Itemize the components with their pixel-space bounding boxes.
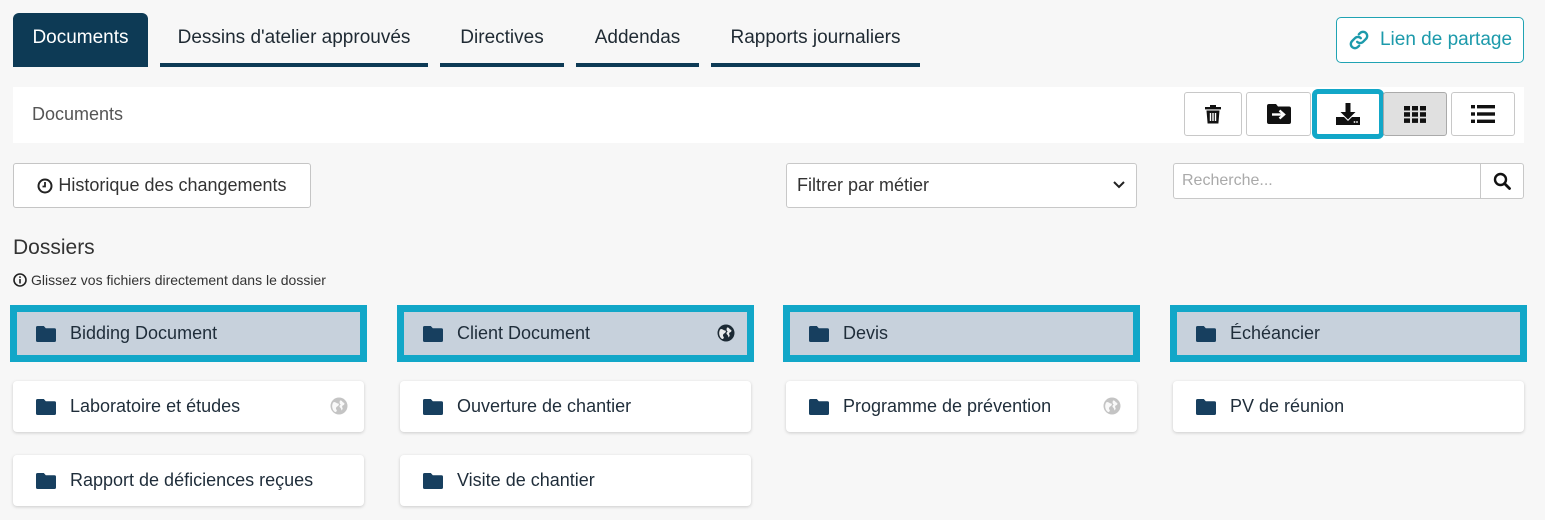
clock-icon <box>37 178 53 194</box>
list-icon <box>1471 105 1495 123</box>
grid-view-button[interactable] <box>1383 92 1447 136</box>
folder-icon <box>36 398 56 415</box>
grid-icon <box>1404 105 1426 123</box>
folder-label: Rapport de déficiences reçues <box>70 470 314 490</box>
folder-label: Bidding Document <box>70 323 218 343</box>
folder-item[interactable]: Bidding Document <box>10 305 367 362</box>
tab-bar: Documents Dessins d'atelier approuvés Di… <box>13 13 932 67</box>
folder-icon <box>809 325 829 342</box>
delete-button[interactable] <box>1184 92 1242 136</box>
folder-icon <box>1196 325 1216 342</box>
folder-label: Visite de chantier <box>457 470 595 490</box>
search-button[interactable] <box>1480 163 1524 199</box>
folder-move-icon <box>1266 104 1291 124</box>
folder-item[interactable]: Devis <box>783 305 1140 362</box>
folder-label: Ouverture de chantier <box>457 396 632 416</box>
folder-item[interactable]: Échéancier <box>1170 305 1527 362</box>
folder-icon <box>1196 398 1216 415</box>
chevron-down-icon <box>1112 177 1126 191</box>
folder-label: Programme de prévention <box>843 396 1052 416</box>
list-view-button[interactable] <box>1451 92 1515 136</box>
link-icon <box>1348 29 1370 51</box>
folder-icon <box>423 472 443 489</box>
globe-icon <box>717 324 735 342</box>
search-bar <box>1173 163 1524 199</box>
tab-rapports-journaliers[interactable]: Rapports journaliers <box>711 13 920 67</box>
download-icon <box>1336 103 1360 125</box>
drag-drop-hint: Glissez vos fichiers directement dans le… <box>13 272 326 288</box>
folder-item[interactable]: Programme de prévention <box>786 381 1137 432</box>
tab-addendas[interactable]: Addendas <box>576 13 699 67</box>
move-to-folder-button[interactable] <box>1246 92 1311 136</box>
download-button[interactable] <box>1312 89 1384 139</box>
folder-item[interactable]: Laboratoire et études <box>13 381 364 432</box>
change-history-button[interactable]: Historique des changements <box>13 163 311 208</box>
tab-directives[interactable]: Directives <box>440 13 564 67</box>
folder-item[interactable]: Rapport de déficiences reçues <box>13 455 364 506</box>
folders-section-title: Dossiers <box>13 236 95 259</box>
page-title: Documents <box>32 104 124 124</box>
search-icon <box>1493 172 1511 190</box>
info-icon <box>13 273 27 287</box>
folder-icon <box>423 398 443 415</box>
folder-icon <box>423 325 443 342</box>
folder-item[interactable]: Client Document <box>397 305 754 362</box>
folder-icon <box>809 398 829 415</box>
tab-dessins-atelier[interactable]: Dessins d'atelier approuvés <box>160 13 428 67</box>
globe-icon <box>330 397 348 415</box>
folder-item[interactable]: PV de réunion <box>1173 381 1524 432</box>
search-input[interactable] <box>1173 163 1480 199</box>
share-link-button[interactable]: Lien de partage <box>1336 17 1524 63</box>
folder-item[interactable]: Ouverture de chantier <box>400 381 751 432</box>
folder-label: PV de réunion <box>1230 396 1345 416</box>
folder-label: Échéancier <box>1230 323 1321 343</box>
trade-filter-select[interactable]: Filtrer par métier <box>786 163 1137 208</box>
folder-icon <box>36 472 56 489</box>
folder-label: Laboratoire et études <box>70 396 241 416</box>
folder-icon <box>36 325 56 342</box>
trash-icon <box>1205 104 1221 124</box>
documents-header-bar: Documents <box>13 87 1524 143</box>
folder-label: Devis <box>843 323 889 343</box>
folder-item[interactable]: Visite de chantier <box>400 455 751 506</box>
tab-documents[interactable]: Documents <box>13 13 148 67</box>
globe-icon <box>1103 397 1121 415</box>
folder-label: Client Document <box>457 323 591 343</box>
